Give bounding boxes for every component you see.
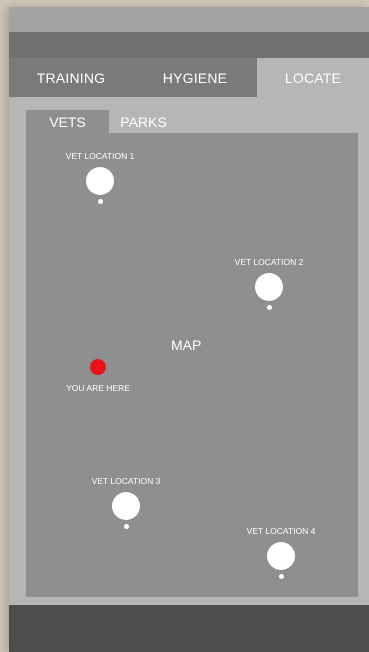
bottom-bar <box>9 605 369 652</box>
map-pin-icon <box>112 492 140 520</box>
map-view[interactable]: MAP VET LOCATION 1 VET LOCATION 2 YOU AR… <box>26 133 358 597</box>
tab-hygiene[interactable]: HYGIENE <box>133 58 257 97</box>
status-bar <box>9 7 369 32</box>
tab-locate[interactable]: LOCATE <box>257 58 369 97</box>
locate-panel: VETS PARKS MAP VET LOCATION 1 VET LOCATI… <box>9 97 369 605</box>
vet-location-2-marker[interactable]: VET LOCATION 2 <box>224 257 314 317</box>
vet-location-label: VET LOCATION 3 <box>91 476 161 486</box>
header-bar <box>9 32 369 58</box>
sub-tab-bar: VETS PARKS <box>26 110 178 134</box>
map-pin-point <box>267 305 272 310</box>
map-pin-point <box>98 199 103 204</box>
current-location-dot-icon <box>90 359 106 375</box>
map-pin-icon <box>86 167 114 195</box>
vet-location-label: VET LOCATION 2 <box>234 257 304 267</box>
tab-locate-label: LOCATE <box>284 69 342 86</box>
map-pin-point <box>124 524 129 529</box>
main-tab-bar: TRAINING HYGIENE LOCATE <box>9 58 369 97</box>
current-location-marker[interactable]: YOU ARE HERE <box>53 359 143 399</box>
tab-training[interactable]: TRAINING <box>9 58 133 97</box>
map-placeholder-label: MAP <box>171 337 202 353</box>
tab-training-label: TRAINING <box>36 69 106 86</box>
vet-location-label: VET LOCATION 4 <box>246 526 316 536</box>
map-pin-icon <box>255 273 283 301</box>
vet-location-1-marker[interactable]: VET LOCATION 1 <box>55 151 145 211</box>
tab-hygiene-label: HYGIENE <box>162 69 228 86</box>
vet-location-label: VET LOCATION 1 <box>65 151 135 161</box>
phone-screen: TRAINING HYGIENE LOCATE VETS PARKS MAP V… <box>9 7 369 652</box>
subtab-parks-label: PARKS <box>120 113 167 130</box>
vet-location-3-marker[interactable]: VET LOCATION 3 <box>81 476 171 536</box>
subtab-vets[interactable]: VETS <box>26 110 109 134</box>
vet-location-4-marker[interactable]: VET LOCATION 4 <box>236 526 326 586</box>
subtab-vets-label: VETS <box>49 114 86 130</box>
map-pin-icon <box>267 542 295 570</box>
map-pin-point <box>279 574 284 579</box>
you-are-here-label: YOU ARE HERE <box>66 383 130 393</box>
subtab-parks[interactable]: PARKS <box>109 110 178 133</box>
